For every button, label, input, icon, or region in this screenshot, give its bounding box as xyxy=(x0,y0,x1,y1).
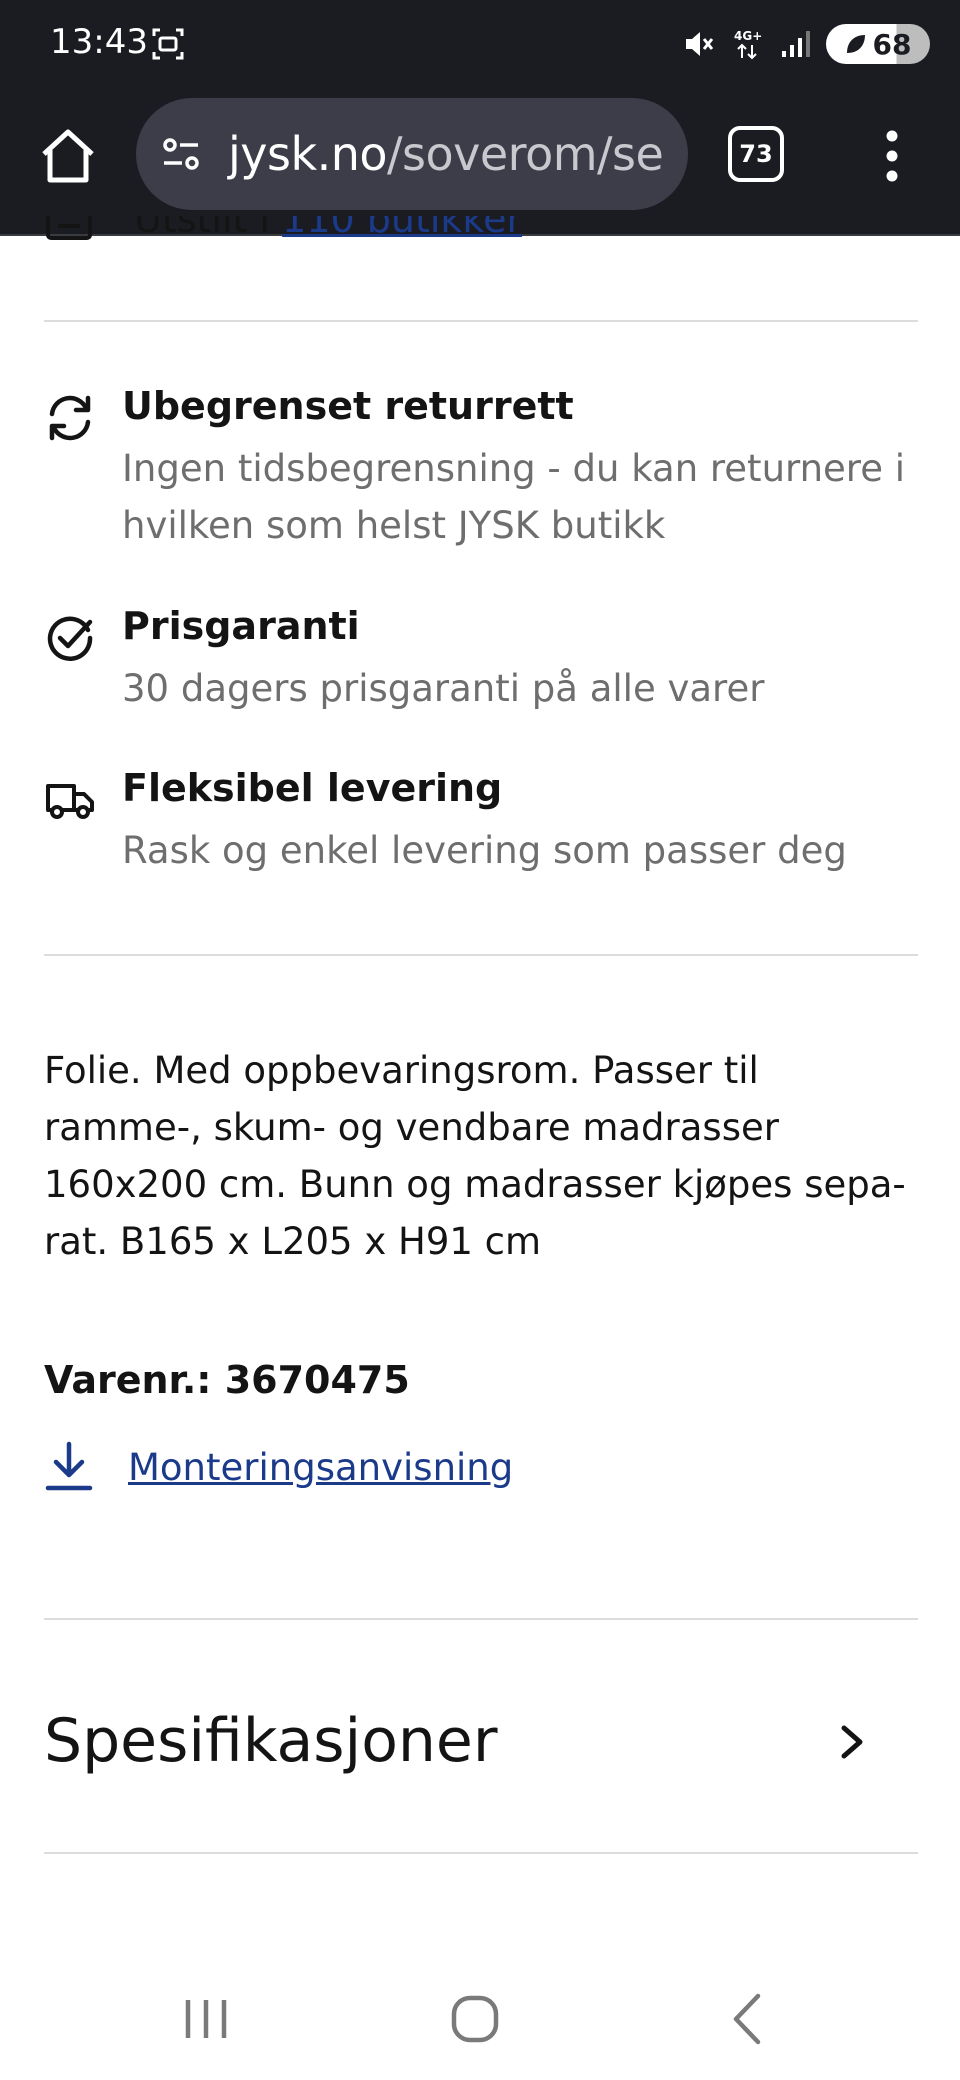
store-icon xyxy=(46,216,92,240)
description-line: rat. B165 x L205 x H91 cm xyxy=(44,1220,542,1263)
download-icon xyxy=(45,1441,93,1491)
divider xyxy=(44,1852,918,1854)
return-arrows-icon xyxy=(49,395,91,441)
benefit-description: 30 dagers prisgaranti på alle varer xyxy=(122,667,765,710)
more-menu-icon[interactable] xyxy=(870,126,914,186)
assembly-manual-link[interactable]: Monteringsanvisning xyxy=(44,1440,513,1494)
status-right-group: 4G+ 68 xyxy=(682,22,930,66)
description-line: 160x200 cm. Bunn og madrasser kjøpes sep… xyxy=(44,1163,906,1206)
description-line: Folie. Med oppbevaringsrom. Passer til xyxy=(44,1049,759,1092)
network-4g-icon: 4G+ xyxy=(734,29,762,60)
screenshot-icon xyxy=(152,28,184,60)
truck-icon xyxy=(46,784,94,819)
home-circle-icon[interactable] xyxy=(434,1984,514,2054)
site-settings-icon[interactable] xyxy=(158,131,204,177)
manual-link-text[interactable]: Monteringsanvisning xyxy=(128,1446,513,1489)
benefit-description: Ingen tidsbegrensning - du kan returnere… xyxy=(122,447,905,547)
url-host: jysk.no xyxy=(228,127,388,181)
divider xyxy=(44,320,918,322)
battery-indicator: 68 xyxy=(826,24,930,64)
url-path: /soverom/se xyxy=(387,127,664,181)
url-text: jysk.no/soverom/se xyxy=(228,127,664,181)
back-icon[interactable] xyxy=(706,1984,786,2054)
home-icon[interactable] xyxy=(36,124,100,188)
product-description: Folie. Med oppbevaringsrom. Passer til r… xyxy=(44,1042,914,1270)
stores-link[interactable]: 110 butikker xyxy=(282,216,522,241)
signal-icon xyxy=(782,31,810,57)
specifications-title: Spesifikasjoner xyxy=(44,1706,498,1776)
status-time: 13:43 xyxy=(50,22,148,62)
mute-icon xyxy=(686,32,714,56)
description-line: ramme-, skum- og vendbare madrasser xyxy=(44,1106,779,1149)
benefit-title: Fleksibel levering xyxy=(122,766,503,810)
stock-text: Utstilt i 110 butikker xyxy=(134,216,522,241)
chevron-right-icon xyxy=(841,1725,863,1759)
benefit-title: Ubegrenset returrett xyxy=(122,384,574,428)
tab-switcher-button[interactable]: 73 xyxy=(728,126,784,182)
benefit-description: Rask og enkel levering som passer deg xyxy=(122,829,847,872)
network-label: 4G+ xyxy=(734,29,762,43)
browser-toolbar: jysk.no/soverom/se 73 xyxy=(0,88,960,236)
product-sku: Varenr.: 3670475 xyxy=(44,1358,410,1402)
battery-leaf-icon xyxy=(846,35,865,53)
address-bar[interactable]: jysk.no/soverom/se xyxy=(136,98,688,210)
stock-prefix: Utstilt i xyxy=(134,216,271,241)
battery-level: 68 xyxy=(872,27,912,61)
system-nav-bar xyxy=(0,1960,960,2080)
tab-count: 73 xyxy=(739,140,773,168)
status-bar: 13:43 4G+ 68 xyxy=(0,0,960,88)
benefit-title: Prisgaranti xyxy=(122,604,360,648)
check-circle-icon xyxy=(47,616,93,661)
specifications-accordion[interactable]: Spesifikasjoner xyxy=(44,1620,918,1858)
recent-apps-icon[interactable] xyxy=(166,1984,246,2054)
divider xyxy=(44,954,918,956)
stock-info: Utstilt i 110 butikker xyxy=(44,216,924,266)
